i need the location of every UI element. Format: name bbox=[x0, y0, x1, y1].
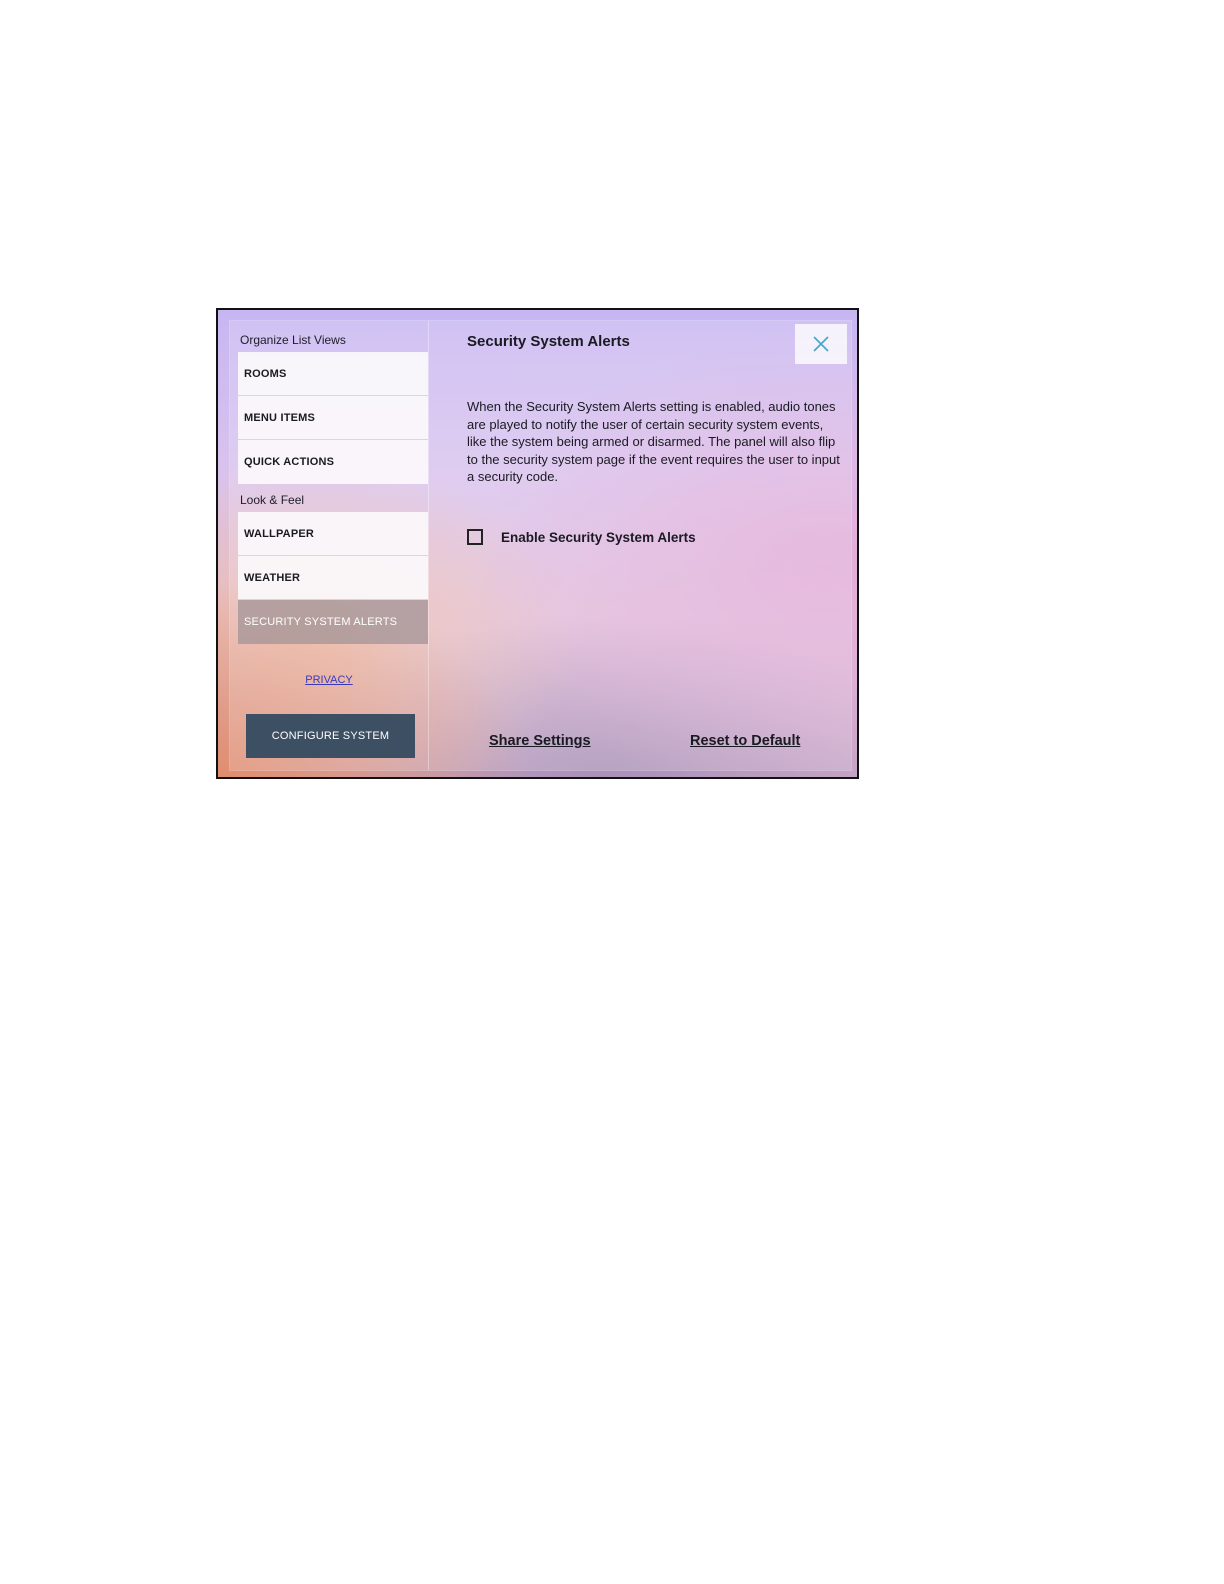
enable-alerts-label[interactable]: Enable Security System Alerts bbox=[501, 530, 696, 545]
sidebar-item-weather[interactable]: WEATHER bbox=[238, 556, 428, 600]
sidebar-item-wallpaper[interactable]: WALLPAPER bbox=[238, 512, 428, 556]
settings-panel: Organize List Views ROOMS MENU ITEMS QUI… bbox=[230, 321, 851, 770]
content-pane: Security System Alerts When the Security… bbox=[428, 321, 851, 770]
section-title-look-feel: Look & Feel bbox=[240, 493, 305, 507]
page-title: Security System Alerts bbox=[467, 333, 630, 350]
sidebar-item-security-system-alerts[interactable]: SECURITY SYSTEM ALERTS bbox=[238, 600, 428, 644]
close-icon bbox=[813, 336, 829, 352]
configure-system-button[interactable]: CONFIGURE SYSTEM bbox=[246, 714, 415, 758]
sidebar-item-menu-items[interactable]: MENU ITEMS bbox=[238, 396, 428, 440]
nav-group-look-feel: WALLPAPER WEATHER SECURITY SYSTEM ALERTS bbox=[238, 512, 428, 644]
privacy-link[interactable]: PRIVACY bbox=[230, 674, 428, 686]
settings-screen: Organize List Views ROOMS MENU ITEMS QUI… bbox=[216, 308, 859, 779]
nav-group-organize: ROOMS MENU ITEMS QUICK ACTIONS bbox=[238, 352, 428, 484]
share-settings-link[interactable]: Share Settings bbox=[489, 733, 591, 749]
enable-alerts-row[interactable]: Enable Security System Alerts bbox=[467, 529, 696, 545]
section-title-organize: Organize List Views bbox=[240, 333, 346, 347]
reset-to-default-link[interactable]: Reset to Default bbox=[690, 733, 800, 749]
description-text: When the Security System Alerts setting … bbox=[467, 399, 840, 484]
sidebar-item-rooms[interactable]: ROOMS bbox=[238, 352, 428, 396]
sidebar-item-quick-actions[interactable]: QUICK ACTIONS bbox=[238, 440, 428, 484]
sidebar: Organize List Views ROOMS MENU ITEMS QUI… bbox=[230, 321, 429, 770]
enable-alerts-checkbox[interactable] bbox=[467, 529, 483, 545]
close-button[interactable] bbox=[795, 324, 847, 364]
